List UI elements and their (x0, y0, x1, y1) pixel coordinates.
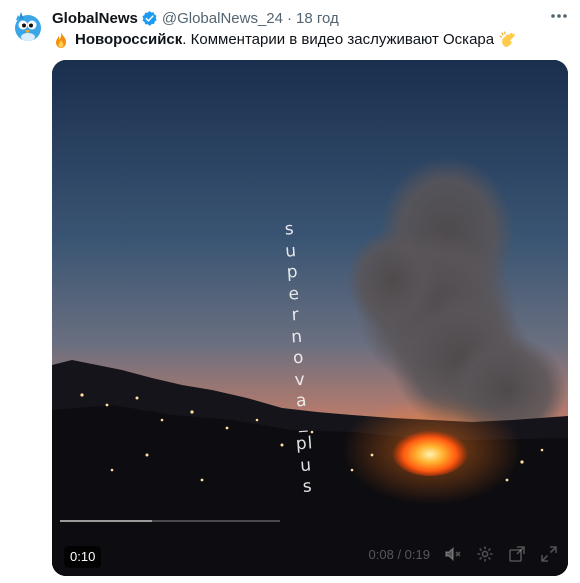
tweet-header: GlobalNews @GlobalNews_24 · 18 год (52, 7, 570, 29)
video-progress-fill (60, 520, 153, 522)
tweet-location[interactable]: Новороссийск (75, 30, 182, 50)
fullscreen-icon[interactable] (540, 545, 558, 563)
video-duration: 0:08 / 0:19 (368, 546, 430, 562)
video-progress-bar[interactable] (60, 520, 280, 522)
video-elapsed-badge: 0:10 (64, 546, 102, 568)
tweet-card[interactable]: GlobalNews @GlobalNews_24 · 18 год Новор… (0, 0, 580, 583)
author-handle[interactable]: @GlobalNews_24 (162, 10, 283, 27)
author-name[interactable]: GlobalNews (52, 10, 138, 27)
timestamp[interactable]: 18 год (296, 10, 339, 27)
verified-badge-icon (141, 10, 158, 27)
separator-dot: · (286, 9, 292, 27)
avatar[interactable] (8, 6, 48, 46)
video-frame (52, 60, 568, 576)
tweet-body: . Комментарии в видео заслуживают Оскара (182, 31, 495, 48)
video-controls: 0:08 / 0:19 (369, 544, 558, 564)
fire-emoji-icon (52, 31, 70, 49)
clapping-hands-emoji-icon (499, 31, 517, 49)
volume-icon[interactable] (444, 545, 462, 563)
blue-bird-logo-icon (15, 12, 41, 41)
settings-icon[interactable] (476, 545, 494, 563)
more-options-icon[interactable] (548, 7, 570, 25)
popout-icon[interactable] (508, 545, 526, 563)
video-player[interactable]: supernova_plus 0:10 0:08 / 0:19 (52, 60, 568, 576)
tweet-text: Новороссийск . Комментарии в видео заслу… (52, 30, 568, 50)
